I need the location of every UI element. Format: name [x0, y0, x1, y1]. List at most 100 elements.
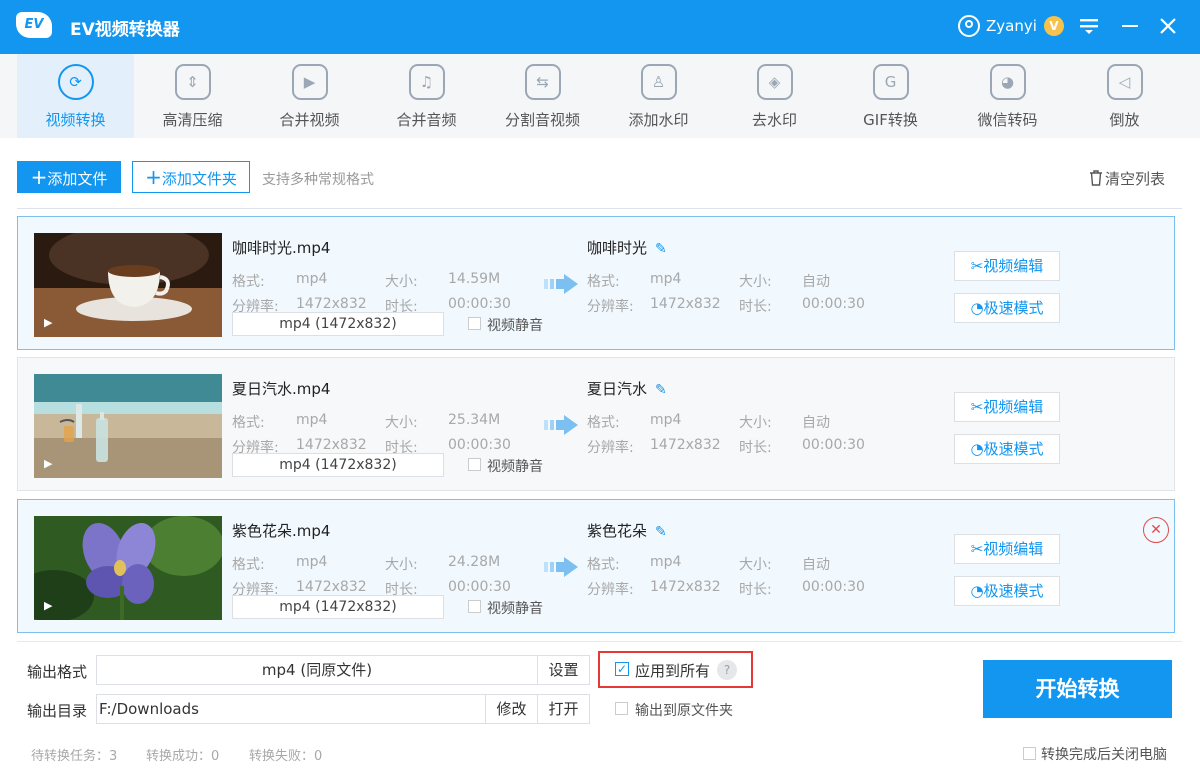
settings-button[interactable]: 设置	[537, 655, 590, 685]
tab-gif-convert[interactable]: G GIF转换	[832, 54, 949, 138]
duration-label: 时长:	[739, 582, 772, 598]
output-resolution: 1472x832	[650, 296, 721, 312]
play-icon: ▶	[44, 316, 53, 329]
compress-icon: ⇕	[174, 64, 211, 100]
file-list: ▶ 咖啡时光.mp4 格式: mp4 大小: 14.59M 分辨率: 1472x…	[17, 208, 1182, 634]
output-format: mp4	[650, 554, 682, 570]
output-to-source-checkbox[interactable]	[615, 702, 628, 715]
output-size: 自动	[802, 274, 830, 290]
apply-all-checkbox[interactable]: ✓	[615, 662, 629, 676]
add-folder-button[interactable]: +添加文件夹	[132, 161, 250, 193]
speed-mode-button[interactable]: ◔极速模式	[954, 293, 1060, 323]
mute-checkbox[interactable]	[468, 600, 481, 613]
tab-reverse[interactable]: ◁ 倒放	[1066, 54, 1183, 138]
tab-label: 合并视频	[279, 111, 340, 129]
file-row[interactable]: ▶ 咖啡时光.mp4 格式: mp4 大小: 14.59M 分辨率: 1472x…	[17, 216, 1175, 350]
output-resolution: 1472x832	[650, 579, 721, 595]
tab-merge-audio[interactable]: ♫ 合并音频	[368, 54, 485, 138]
source-file-name: 夏日汽水.mp4	[232, 380, 331, 398]
pencil-icon[interactable]: ✎	[655, 382, 667, 398]
output-format-select[interactable]: mp4 (1472x832)	[232, 453, 444, 477]
mute-checkbox[interactable]	[468, 317, 481, 330]
tab-remove-watermark[interactable]: ◈ 去水印	[716, 54, 833, 138]
video-thumbnail[interactable]: ▶	[34, 233, 222, 337]
output-dir-label: 输出目录	[27, 702, 88, 720]
resolution-label: 分辨率:	[587, 299, 634, 315]
app-logo: EV	[16, 12, 52, 38]
tab-merge-video[interactable]: ▶ 合并视频	[251, 54, 368, 138]
output-duration: 00:00:30	[802, 296, 865, 312]
video-thumbnail[interactable]: ▶	[34, 516, 222, 620]
duration-label: 时长:	[739, 440, 772, 456]
output-name[interactable]: 咖啡时光 ✎	[587, 237, 667, 258]
source-format: mp4	[296, 271, 328, 287]
format-label: 格式:	[232, 557, 265, 573]
output-duration: 00:00:30	[802, 579, 865, 595]
output-name[interactable]: 紫色花朵 ✎	[587, 520, 667, 541]
scissors-icon: ✂	[970, 257, 984, 275]
help-icon[interactable]: ?	[717, 660, 737, 680]
output-format-select[interactable]: mp4 (1472x832)	[232, 312, 444, 336]
remove-file-icon[interactable]: ✕	[1143, 517, 1169, 543]
minimize-icon[interactable]	[1116, 12, 1144, 40]
source-size: 25.34M	[448, 412, 501, 428]
video-thumbnail[interactable]: ▶	[34, 374, 222, 478]
open-dir-button[interactable]: 打开	[537, 694, 590, 724]
output-name[interactable]: 夏日汽水 ✎	[587, 378, 667, 399]
tab-hd-compress[interactable]: ⇕ 高清压缩	[134, 54, 251, 138]
output-dir-field[interactable]: F:/Downloads	[96, 694, 486, 724]
arrow-right-icon	[544, 415, 578, 435]
output-format-label: 输出格式	[27, 663, 88, 681]
source-size: 24.28M	[448, 554, 501, 570]
play-icon: ▶	[44, 457, 53, 470]
menu-icon[interactable]	[1075, 12, 1103, 40]
tab-add-watermark[interactable]: ♙ 添加水印	[600, 54, 717, 138]
shutdown-checkbox[interactable]	[1023, 747, 1036, 760]
start-convert-button[interactable]: 开始转换	[983, 660, 1172, 718]
mute-label: 视频静音	[487, 459, 543, 475]
tab-video-convert[interactable]: ⟳ 视频转换	[17, 54, 134, 138]
tab-label: 分割音视频	[504, 111, 580, 129]
size-label: 大小:	[739, 557, 772, 573]
tab-label: 微信转码	[977, 111, 1038, 129]
pending-count: 待转换任务：3	[31, 749, 118, 764]
size-label: 大小:	[385, 274, 418, 290]
video-edit-button[interactable]: ✂视频编辑	[954, 392, 1060, 422]
split-icon: ⇆	[524, 64, 561, 100]
output-format-field[interactable]: mp4 (同原文件)	[96, 655, 538, 685]
output-format: mp4	[650, 412, 682, 428]
size-label: 大小:	[739, 415, 772, 431]
play-icon: ▶	[44, 599, 53, 612]
output-size: 自动	[802, 557, 830, 573]
source-file-name: 咖啡时光.mp4	[232, 239, 331, 257]
output-resolution: 1472x832	[650, 437, 721, 453]
source-duration: 00:00:30	[448, 437, 511, 453]
speedometer-icon: ◔	[970, 582, 984, 600]
modify-dir-button[interactable]: 修改	[485, 694, 538, 724]
plus-icon: +	[30, 165, 48, 189]
output-format-select[interactable]: mp4 (1472x832)	[232, 595, 444, 619]
gif-icon: G	[872, 64, 909, 100]
mute-checkbox[interactable]	[468, 458, 481, 471]
user-account[interactable]: Zyanyi V	[958, 14, 1064, 38]
tab-wechat-transcode[interactable]: ◕ 微信转码	[949, 54, 1066, 138]
video-edit-button[interactable]: ✂视频编辑	[954, 534, 1060, 564]
file-row[interactable]: ▶ 紫色花朵.mp4 格式: mp4 大小: 24.28M 分辨率: 1472x…	[17, 499, 1175, 633]
resolution-label: 分辨率:	[587, 440, 634, 456]
mute-label: 视频静音	[487, 601, 543, 617]
size-label: 大小:	[385, 557, 418, 573]
clear-list-button[interactable]: 清空列表	[1089, 168, 1165, 189]
speed-mode-button[interactable]: ◔极速模式	[954, 576, 1060, 606]
video-edit-button[interactable]: ✂视频编辑	[954, 251, 1060, 281]
pencil-icon[interactable]: ✎	[655, 241, 667, 257]
add-file-button[interactable]: +添加文件	[17, 161, 121, 193]
file-row[interactable]: ▶ 夏日汽水.mp4 格式: mp4 大小: 25.34M 分辨率: 1472x…	[17, 357, 1175, 491]
source-size: 14.59M	[448, 271, 501, 287]
speed-mode-button[interactable]: ◔极速模式	[954, 434, 1060, 464]
pencil-icon[interactable]: ✎	[655, 524, 667, 540]
tab-label: GIF转换	[863, 111, 918, 129]
close-icon[interactable]	[1154, 12, 1182, 40]
output-duration: 00:00:30	[802, 437, 865, 453]
tab-split[interactable]: ⇆ 分割音视频	[484, 54, 601, 138]
arrow-right-icon	[544, 557, 578, 577]
